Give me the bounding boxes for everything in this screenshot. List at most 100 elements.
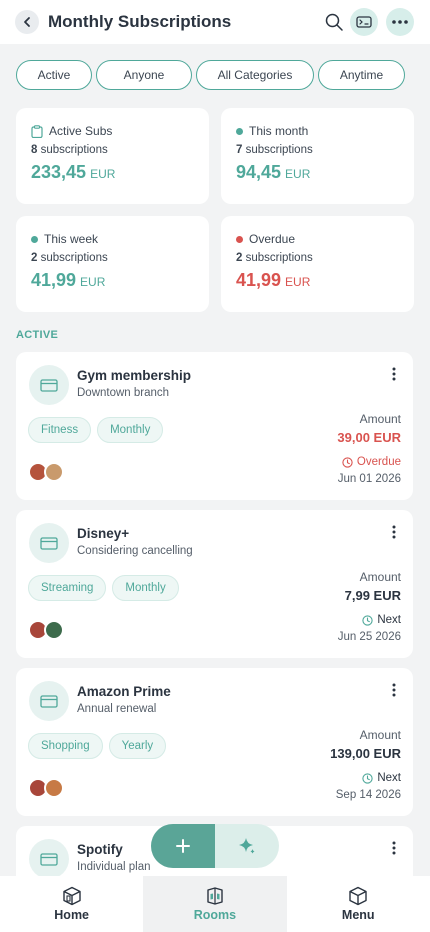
more-vertical-icon[interactable]	[387, 682, 401, 698]
view-toggle-icon	[356, 16, 372, 28]
stat-count-suffix: subscriptions	[40, 252, 108, 264]
category-tag[interactable]: Shopping	[28, 733, 103, 759]
stat-count-suffix: subscriptions	[245, 144, 313, 156]
amount-label: Amount	[359, 570, 401, 584]
frequency-tag[interactable]: Monthly	[97, 417, 164, 443]
stat-label: Active Subs	[49, 124, 113, 138]
filter-person-chip[interactable]: Anyone	[96, 60, 192, 90]
amount-value: 39,00 EUR	[337, 430, 401, 445]
stat-count: 2	[236, 252, 243, 264]
frequency-tag[interactable]: Yearly	[108, 733, 167, 759]
nav-label: Rooms	[193, 908, 237, 922]
floating-action-group	[151, 824, 279, 868]
clipboard-icon	[31, 124, 43, 138]
stat-label: Overdue	[249, 232, 296, 246]
subscription-card[interactable]: Disney+ Considering cancelling Streaming…	[16, 510, 413, 658]
credit-card-icon	[40, 852, 58, 866]
subscription-name: Disney+	[77, 526, 130, 541]
stat-currency: EUR	[80, 275, 106, 289]
more-vertical-icon[interactable]	[387, 840, 401, 856]
plus-icon	[176, 839, 190, 853]
subscription-card[interactable]: Gym membership Downtown branch Fitness M…	[16, 352, 413, 500]
stat-count-suffix: subscriptions	[40, 144, 108, 156]
rooms-icon	[207, 887, 223, 905]
ai-assist-button[interactable]	[215, 824, 279, 868]
stat-currency: EUR	[285, 275, 311, 289]
stat-amount: 41,99	[31, 270, 77, 290]
stat-card-active[interactable]: Active Subs 8 subscriptions 233,45 EUR	[16, 108, 209, 204]
stat-label: This week	[44, 232, 99, 246]
subscription-subtitle: Annual renewal	[77, 703, 157, 715]
avatar	[44, 778, 64, 798]
credit-card-icon	[40, 378, 58, 392]
subscription-subtitle: Downtown branch	[77, 387, 170, 399]
category-tag[interactable]: Fitness	[28, 417, 92, 443]
credit-card-icon	[40, 694, 58, 708]
stat-label: This month	[249, 124, 309, 138]
avatar	[44, 620, 64, 640]
sparkle-icon	[239, 838, 255, 854]
category-tag[interactable]: Streaming	[28, 575, 107, 601]
stat-amount: 233,45	[31, 162, 87, 182]
bottom-navigation: Home Rooms Menu	[0, 876, 430, 932]
member-avatars	[28, 778, 68, 800]
stat-card-this-month[interactable]: This month 7 subscriptions 94,45 EUR	[221, 108, 414, 204]
status-dot	[31, 235, 38, 243]
home-cube-icon	[62, 886, 81, 906]
due-date: Jun 01 2026	[337, 473, 401, 485]
clock-icon	[362, 614, 373, 626]
add-subscription-button[interactable]	[151, 824, 215, 868]
filter-category-chip[interactable]: All Categories	[196, 60, 314, 90]
stat-currency: EUR	[285, 167, 311, 181]
filter-bar: Active Anyone All Categories Anytime	[16, 60, 405, 90]
avatar	[44, 462, 64, 482]
top-app-bar: Monthly Subscriptions	[0, 0, 430, 44]
stat-card-this-week[interactable]: This week 2 subscriptions 41,99 EUR	[16, 216, 209, 312]
subscription-name: Spotify	[77, 842, 123, 857]
clock-icon	[362, 772, 373, 784]
stat-currency: EUR	[90, 167, 116, 181]
search-icon[interactable]	[324, 12, 344, 32]
nav-rooms[interactable]: Rooms	[143, 876, 287, 932]
subscription-card[interactable]: Amazon Prime Annual renewal Shopping Yea…	[16, 668, 413, 816]
stat-count: 7	[236, 144, 243, 156]
menu-cube-icon	[349, 886, 367, 906]
page-title: Monthly Subscriptions	[48, 12, 232, 31]
stat-count-suffix: subscriptions	[245, 252, 313, 264]
more-vertical-icon[interactable]	[387, 366, 401, 382]
status-label: Next	[377, 772, 401, 784]
nav-label: Home	[54, 908, 90, 922]
status-label: Overdue	[356, 456, 401, 468]
stat-amount: 41,99	[236, 270, 282, 290]
due-date: Jun 25 2026	[337, 631, 401, 643]
stat-count: 2	[31, 252, 38, 264]
amount-value: 7,99 EUR	[344, 588, 401, 603]
amount-label: Amount	[359, 728, 401, 742]
back-button[interactable]	[15, 10, 39, 34]
nav-menu[interactable]: Menu	[287, 876, 430, 932]
clock-icon	[342, 456, 353, 468]
status-dot	[236, 235, 243, 243]
nav-home[interactable]: Home	[0, 876, 143, 932]
stat-card-overdue[interactable]: Overdue 2 subscriptions 41,99 EUR	[221, 216, 414, 312]
due-date: Sep 14 2026	[335, 789, 401, 801]
more-options-button[interactable]	[386, 8, 414, 36]
more-vertical-icon[interactable]	[387, 524, 401, 540]
subscription-subtitle: Individual plan	[77, 861, 151, 873]
subscription-name: Amazon Prime	[77, 684, 171, 699]
section-heading: ACTIVE	[16, 329, 59, 341]
stat-count: 8	[31, 144, 38, 156]
member-avatars	[28, 620, 68, 642]
filter-status-chip[interactable]: Active	[16, 60, 92, 90]
amount-value: 139,00 EUR	[330, 746, 401, 761]
subscription-name: Gym membership	[77, 368, 192, 383]
member-avatars	[28, 462, 68, 484]
chevron-left-icon	[24, 17, 30, 27]
status-label: Next	[377, 614, 401, 626]
amount-label: Amount	[359, 412, 401, 426]
filter-time-chip[interactable]: Anytime	[318, 60, 405, 90]
stat-amount: 94,45	[236, 162, 282, 182]
view-toggle-button[interactable]	[350, 8, 378, 36]
frequency-tag[interactable]: Monthly	[112, 575, 179, 601]
nav-label: Menu	[341, 908, 375, 922]
